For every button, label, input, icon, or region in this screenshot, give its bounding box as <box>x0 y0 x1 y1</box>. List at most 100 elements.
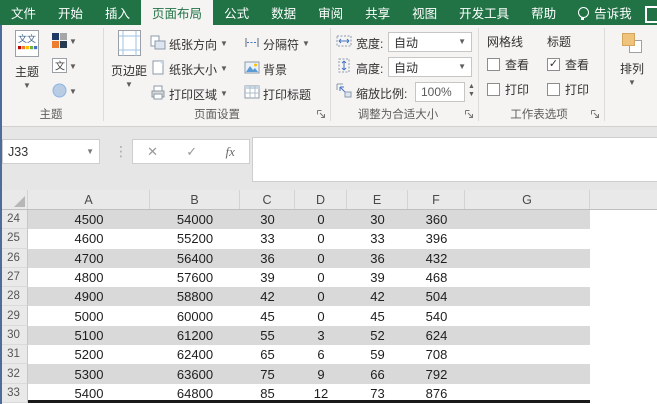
cell-A24[interactable]: 4500 <box>28 210 150 229</box>
cell-F31[interactable]: 708 <box>408 345 465 364</box>
scale-input[interactable]: 100% <box>415 82 465 102</box>
cell-A27[interactable]: 4800 <box>28 268 150 287</box>
row-header-31[interactable]: 31 <box>0 345 28 364</box>
cell-D29[interactable]: 0 <box>295 306 347 325</box>
cell-A31[interactable]: 5200 <box>28 345 150 364</box>
name-box[interactable]: J33 ▼ <box>2 139 100 164</box>
cell-C31[interactable]: 65 <box>240 345 295 364</box>
cell-D31[interactable]: 6 <box>295 345 347 364</box>
cell-E30[interactable]: 52 <box>347 326 408 345</box>
headings-print-checkbox[interactable]: 打印 <box>547 81 589 97</box>
row-header-28[interactable]: 28 <box>0 287 28 306</box>
cell-A30[interactable]: 5100 <box>28 326 150 345</box>
spinner-up-icon[interactable]: ▲ <box>468 84 475 90</box>
cell-G29[interactable] <box>465 306 590 325</box>
cell-C26[interactable]: 36 <box>240 249 295 268</box>
cell-C28[interactable]: 42 <box>240 287 295 306</box>
page-setup-dialog-launcher-icon[interactable] <box>316 109 327 120</box>
column-header-D[interactable]: D <box>295 190 347 209</box>
chevron-down-icon[interactable]: ▼ <box>86 147 94 156</box>
theme-effects-button[interactable]: ▼ <box>52 81 77 103</box>
orientation-button[interactable]: 纸张方向 ▼ <box>150 34 228 54</box>
checkbox-icon[interactable] <box>487 58 500 71</box>
scale-spinner[interactable]: ▲ ▼ <box>468 84 475 98</box>
tab-data[interactable]: 数据 <box>260 0 307 25</box>
row-header-27[interactable]: 27 <box>0 268 28 287</box>
cell-E31[interactable]: 59 <box>347 345 408 364</box>
cell-D28[interactable]: 0 <box>295 287 347 306</box>
arrange-button[interactable]: 排列 ▼ <box>610 31 654 87</box>
cell-B25[interactable]: 55200 <box>150 229 240 248</box>
cell-B28[interactable]: 58800 <box>150 287 240 306</box>
row-header-24[interactable]: 24 <box>0 210 28 229</box>
tab-file[interactable]: 文件 <box>0 0 47 25</box>
cell-C25[interactable]: 33 <box>240 229 295 248</box>
cell-B32[interactable]: 63600 <box>150 364 240 383</box>
row-header-26[interactable]: 26 <box>0 249 28 268</box>
tab-page-layout[interactable]: 页面布局 <box>141 0 213 25</box>
formula-bar-input[interactable] <box>252 137 657 182</box>
cell-B27[interactable]: 57600 <box>150 268 240 287</box>
enter-icon[interactable]: ✓ <box>186 144 197 160</box>
cell-D24[interactable]: 0 <box>295 210 347 229</box>
cell-F30[interactable]: 624 <box>408 326 465 345</box>
column-header-E[interactable]: E <box>347 190 408 209</box>
cell-D26[interactable]: 0 <box>295 249 347 268</box>
cell-G31[interactable] <box>465 345 590 364</box>
row-header-32[interactable]: 32 <box>0 364 28 383</box>
tab-share[interactable]: 共享 <box>354 0 401 25</box>
cancel-icon[interactable]: ✕ <box>147 144 158 160</box>
checkbox-icon[interactable] <box>547 83 560 96</box>
cell-C32[interactable]: 75 <box>240 364 295 383</box>
cell-A25[interactable]: 4600 <box>28 229 150 248</box>
cell-E27[interactable]: 39 <box>347 268 408 287</box>
row-header-25[interactable]: 25 <box>0 229 28 248</box>
tab-review[interactable]: 审阅 <box>307 0 354 25</box>
column-header-A[interactable]: A <box>28 190 150 209</box>
select-all-button[interactable] <box>0 190 28 209</box>
cell-F25[interactable]: 396 <box>408 229 465 248</box>
tab-view[interactable]: 视图 <box>401 0 448 25</box>
column-header-G[interactable]: G <box>465 190 590 209</box>
cell-B24[interactable]: 54000 <box>150 210 240 229</box>
cell-A28[interactable]: 4900 <box>28 287 150 306</box>
column-header-F[interactable]: F <box>408 190 465 209</box>
cell-G28[interactable] <box>465 287 590 306</box>
cell-G25[interactable] <box>465 229 590 248</box>
cell-C24[interactable]: 30 <box>240 210 295 229</box>
cell-C30[interactable]: 55 <box>240 326 295 345</box>
cell-C29[interactable]: 45 <box>240 306 295 325</box>
cell-F26[interactable]: 432 <box>408 249 465 268</box>
gridlines-print-checkbox[interactable]: 打印 <box>487 81 529 97</box>
tab-insert[interactable]: 插入 <box>94 0 141 25</box>
cell-E28[interactable]: 42 <box>347 287 408 306</box>
column-header-C[interactable]: C <box>240 190 295 209</box>
cell-F24[interactable]: 360 <box>408 210 465 229</box>
checkbox-icon[interactable] <box>487 83 500 96</box>
cell-D32[interactable]: 9 <box>295 364 347 383</box>
cell-E24[interactable]: 30 <box>347 210 408 229</box>
cell-A32[interactable]: 5300 <box>28 364 150 383</box>
cell-D30[interactable]: 3 <box>295 326 347 345</box>
column-header-B[interactable]: B <box>150 190 240 209</box>
cell-B29[interactable]: 60000 <box>150 306 240 325</box>
cell-G30[interactable] <box>465 326 590 345</box>
checkbox-checked-icon[interactable]: ✓ <box>547 58 560 71</box>
cell-F28[interactable]: 504 <box>408 287 465 306</box>
paper-size-button[interactable]: 纸张大小 ▼ <box>150 59 228 79</box>
drag-handle-icon[interactable]: ⋮ <box>114 143 128 160</box>
cell-B30[interactable]: 61200 <box>150 326 240 345</box>
cell-E32[interactable]: 66 <box>347 364 408 383</box>
cell-C27[interactable]: 39 <box>240 268 295 287</box>
background-button[interactable]: 背景 <box>244 59 287 79</box>
cell-B31[interactable]: 62400 <box>150 345 240 364</box>
cell-G26[interactable] <box>465 249 590 268</box>
row-header-30[interactable]: 30 <box>0 326 28 345</box>
tab-help[interactable]: 帮助 <box>520 0 567 25</box>
tab-formulas[interactable]: 公式 <box>213 0 260 25</box>
sheet-options-dialog-launcher-icon[interactable] <box>590 109 601 120</box>
theme-colors-button[interactable]: ▼ <box>52 31 77 53</box>
cell-A26[interactable]: 4700 <box>28 249 150 268</box>
theme-fonts-button[interactable]: 文 ▼ <box>52 56 77 78</box>
row-header-29[interactable]: 29 <box>0 306 28 325</box>
